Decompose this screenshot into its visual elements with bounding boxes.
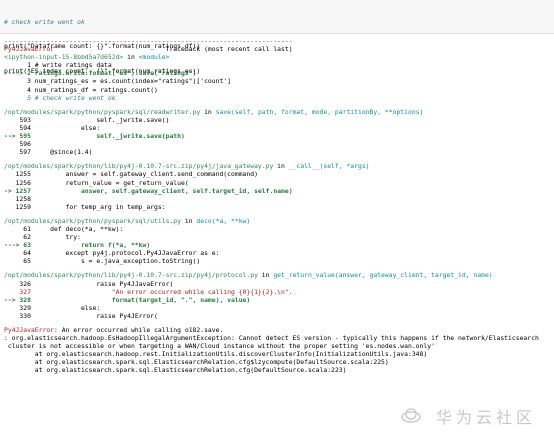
code-line: 1 # write ratings data xyxy=(4,61,112,70)
function-signature: get_return_value(answer, gateway_client,… xyxy=(273,271,493,280)
final-error-message: : An error occurred while calling o182.s… xyxy=(54,326,224,334)
function-signature: deco(*a, **kw) xyxy=(196,216,251,225)
frame-header: /opt/modules/spark/python/pyspark/sql/ut… xyxy=(4,216,251,225)
highlighted-code-line: --> 328 format(target_id, ".", name), va… xyxy=(4,295,251,304)
code-line: 594 else: xyxy=(4,123,101,132)
function-signature: save(self, path, format, mode, partition… xyxy=(215,107,424,116)
code-line: 326 raise Py4JJavaError( xyxy=(4,279,174,288)
input-ref: <ipython-input-15-8bbd5a7d652d> xyxy=(4,53,124,62)
file-path: /opt/modules/spark/python/lib/py4j-0.10.… xyxy=(4,162,274,171)
code-line: 593 self._jwrite.save() xyxy=(4,115,170,124)
code-line: 1259 for temp_arg in temp_args: xyxy=(4,202,166,211)
frame-header: /opt/modules/spark/python/lib/py4j-0.10.… xyxy=(4,271,493,280)
code-line: 1258 xyxy=(4,194,31,203)
code-line: 62 try: xyxy=(4,233,81,242)
code-line: 65 s = e.java_exception.toString() xyxy=(4,257,201,266)
stack-line: at org.elasticsearch.spark.sql.Elasticse… xyxy=(4,358,389,367)
code-line: 3 num_ratings_es = es.count(index="ratin… xyxy=(4,77,232,86)
traceback-separator: ----------------------------------------… xyxy=(4,37,293,45)
file-path: /opt/modules/spark/python/pyspark/sql/ut… xyxy=(4,216,181,225)
error-name: Py4JJavaError xyxy=(4,45,55,54)
code-line: 597 @since(1.4) xyxy=(4,148,93,157)
final-error: Py4JJavaError: An error occurred while c… xyxy=(4,326,554,334)
frame-header: /opt/modules/spark/python/lib/py4j-0.10.… xyxy=(4,162,370,171)
code-line: 329 else: xyxy=(4,303,101,312)
final-error-name: Py4JJavaError xyxy=(4,326,55,334)
input-reference: <ipython-input-15-8bbd5a7d652d> in <modu… xyxy=(4,53,170,62)
file-path: /opt/modules/spark/python/lib/py4j-0.10.… xyxy=(4,271,258,280)
watermark: 华为云社区 xyxy=(435,407,536,427)
traceback-output: ----------------------------------------… xyxy=(4,37,554,375)
traceback-header-right: Traceback (most recent call last) xyxy=(165,45,293,54)
code-line: 596 xyxy=(4,140,31,149)
stack-line: cluster is not accessible or when target… xyxy=(4,342,435,351)
stack-line: at org.elasticsearch.spark.sql.Elasticse… xyxy=(4,366,347,375)
code-input-cell[interactable]: # check write went ok print("Dataframe c… xyxy=(0,0,554,75)
code-line: 327 "An error occurred while calling {0}… xyxy=(4,287,293,296)
code-line: 1255 answer = self.gateway_client.send_c… xyxy=(4,170,258,179)
highlighted-code-line: -> 1257 answer, self.gateway_client, sel… xyxy=(4,186,293,195)
stack-line: at org.elasticsearch.hadoop.rest.Initial… xyxy=(4,350,428,359)
highlighted-code-line: --> 595 self._jwrite.save(path) xyxy=(4,132,185,141)
stack-line: : org.elasticsearch.hadoop.EsHadoopIlleg… xyxy=(4,334,539,343)
highlighted-code-line: ---> 63 return f(*a, **kw) xyxy=(4,241,151,250)
cloud-logo-icon xyxy=(401,408,421,423)
module-name: <module> xyxy=(138,53,170,62)
traceback-header: Py4JJavaError Traceback (most recent cal… xyxy=(4,45,554,53)
code-line: 330 raise Py4JError( xyxy=(4,311,158,320)
function-signature: __call__(self, *args) xyxy=(288,162,370,171)
file-path: /opt/modules/spark/python/pyspark/sql/re… xyxy=(4,107,201,116)
code-line: # check write went ok xyxy=(4,18,85,27)
code-line: 64 except py4j.protocol.Py4JJavaError as… xyxy=(4,249,220,258)
code-line: 5 # check write went ok xyxy=(4,93,116,102)
code-line: 1256 return_value = get_return_value( xyxy=(4,178,189,187)
highlighted-code-line: ----> 2 ratings.write.format("es").save(… xyxy=(4,69,197,78)
code-line: 4 num_ratings_df = ratings.count() xyxy=(4,85,158,94)
code-line: 61 def deco(*a, **kw): xyxy=(4,224,124,233)
frame-header: /opt/modules/spark/python/pyspark/sql/re… xyxy=(4,107,424,116)
